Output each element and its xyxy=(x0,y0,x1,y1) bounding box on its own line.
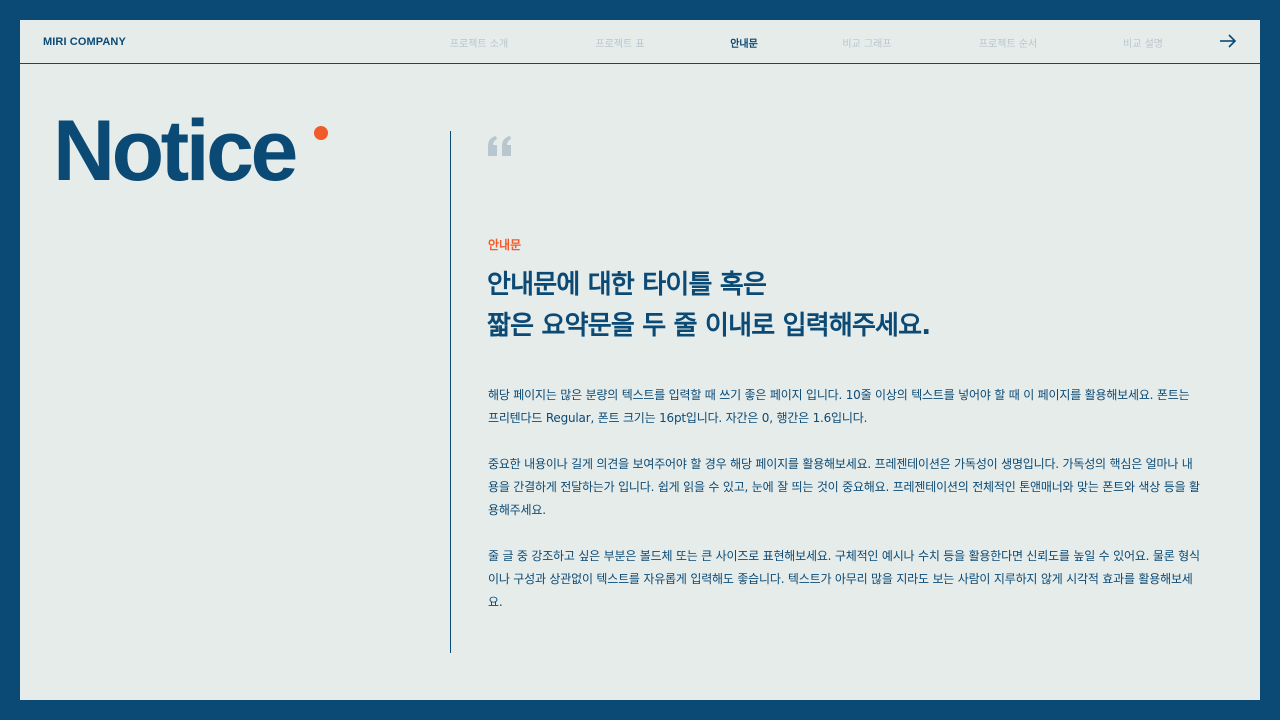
nav-item-comparison-description[interactable]: 비교 설명 xyxy=(1123,35,1163,50)
body-text: 해당 페이지는 많은 분량의 텍스트를 입력할 때 쓰기 좋은 페이지 입니다.… xyxy=(488,384,1200,637)
nav-item-notice[interactable]: 안내문 xyxy=(730,35,758,50)
brand-name: MIRI COMPANY xyxy=(43,36,126,48)
nav-item-project-intro[interactable]: 프로젝트 소개 xyxy=(450,35,508,50)
headline: 안내문에 대한 타이틀 혹은 짧은 요약문을 두 줄 이내로 입력해주세요. xyxy=(487,265,931,347)
nav-item-project-table[interactable]: 프로젝트 표 xyxy=(595,35,644,50)
paragraph-2: 중요한 내용이나 길게 의견을 보여주어야 할 경우 해당 페이지를 활용해보세… xyxy=(488,457,1200,517)
section-label: 안내문 xyxy=(488,238,522,252)
paragraph-1: 해당 페이지는 많은 분량의 텍스트를 입력할 때 쓰기 좋은 페이지 입니다.… xyxy=(488,388,1190,425)
arrow-right-icon[interactable] xyxy=(1219,33,1237,49)
top-navigation-bar: MIRI COMPANY 프로젝트 소개 프로젝트 표 안내문 비교 그래프 프… xyxy=(20,20,1260,64)
accent-dot xyxy=(314,126,328,140)
quote-icon xyxy=(486,134,514,158)
slide: MIRI COMPANY 프로젝트 소개 프로젝트 표 안내문 비교 그래프 프… xyxy=(20,20,1260,700)
headline-line-2: 짧은 요약문을 두 줄 이내로 입력해주세요. xyxy=(487,311,931,341)
nav-item-project-order[interactable]: 프로젝트 순서 xyxy=(979,35,1037,50)
paragraph-3: 줄 글 중 강조하고 싶은 부분은 볼드체 또는 큰 사이즈로 표현해보세요. … xyxy=(488,549,1200,609)
page-title: Notice xyxy=(53,103,298,199)
vertical-divider xyxy=(450,131,451,653)
headline-line-1: 안내문에 대한 타이틀 혹은 xyxy=(487,270,767,300)
nav-item-comparison-graph[interactable]: 비교 그래프 xyxy=(842,35,891,50)
